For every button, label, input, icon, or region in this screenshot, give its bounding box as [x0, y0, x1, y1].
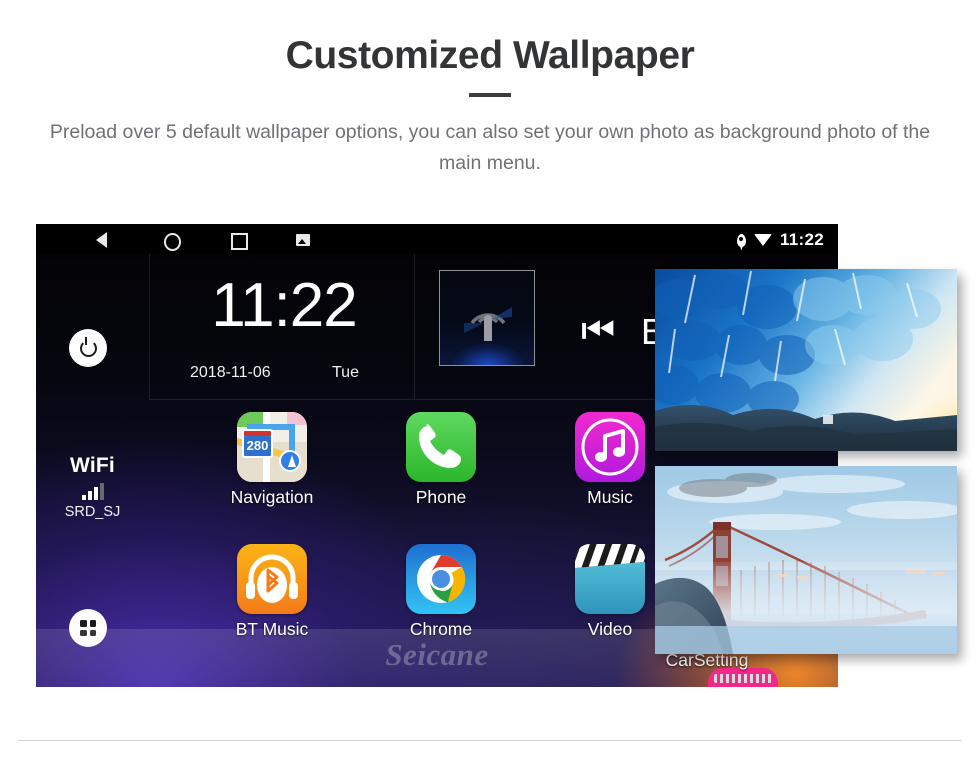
- power-button[interactable]: [69, 329, 107, 367]
- app-chrome[interactable]: Chrome: [378, 544, 504, 640]
- maps-icon: 280: [237, 412, 307, 482]
- phone-icon: [406, 412, 476, 482]
- wifi-icon: [753, 234, 772, 246]
- antenna-glyph: [464, 307, 512, 341]
- clock-weekday: Tue: [332, 364, 359, 381]
- app-navigation[interactable]: 280 Navigation: [209, 412, 335, 508]
- bluetooth-headphones-icon: [237, 544, 307, 614]
- clock-date: 2018-11-06: [190, 364, 271, 381]
- wifi-ssid-label: SRD_SJ: [64, 504, 121, 520]
- radio-antenna-icon[interactable]: [439, 270, 535, 366]
- title-underline-rule: [469, 93, 511, 97]
- clapperboard-icon: [575, 544, 645, 614]
- golden-gate-bridge-wallpaper[interactable]: [655, 466, 957, 654]
- widget-grid-line: [149, 254, 150, 399]
- wifi-signal-icon: [36, 482, 149, 500]
- music-note-icon: [575, 412, 645, 482]
- screenshot-icon[interactable]: [296, 232, 312, 248]
- home-icon[interactable]: [164, 232, 181, 251]
- bridge-image: [655, 466, 957, 654]
- previous-track-button[interactable]: ⏮: [581, 312, 615, 350]
- status-bar-right: 11:22: [736, 230, 824, 250]
- app-label: Navigation: [230, 487, 314, 507]
- clock-widget[interactable]: 11:22 2018-11-06 Tue: [154, 254, 414, 399]
- widget-grid-line: [414, 254, 415, 399]
- android-status-bar: 11:22: [36, 224, 838, 254]
- ice-cave-wallpaper[interactable]: [655, 269, 957, 451]
- clock-time: 11:22: [211, 271, 358, 340]
- wifi-label: WiFi: [70, 454, 115, 477]
- highway-shield: 280: [242, 429, 273, 458]
- app-bt-music[interactable]: BT Music: [209, 544, 335, 640]
- location-pin-icon: [736, 233, 746, 247]
- app-label: Phone: [415, 487, 467, 507]
- page-subtitle: Preload over 5 default wallpaper options…: [49, 121, 931, 174]
- status-bar-clock: 11:22: [779, 230, 824, 249]
- power-icon: [79, 336, 97, 357]
- ice-cave-image: [655, 269, 957, 451]
- recents-icon[interactable]: [231, 232, 248, 250]
- bottom-divider: [18, 740, 962, 741]
- app-phone[interactable]: Phone: [378, 412, 504, 508]
- back-icon[interactable]: [96, 232, 112, 248]
- page-root: Customized Wallpaper Preload over 5 defa…: [0, 0, 980, 758]
- left-sidebar: WiFi SRD_SJ: [36, 254, 149, 687]
- page-title: Customized Wallpaper: [285, 34, 695, 77]
- chrome-icon: [406, 544, 476, 614]
